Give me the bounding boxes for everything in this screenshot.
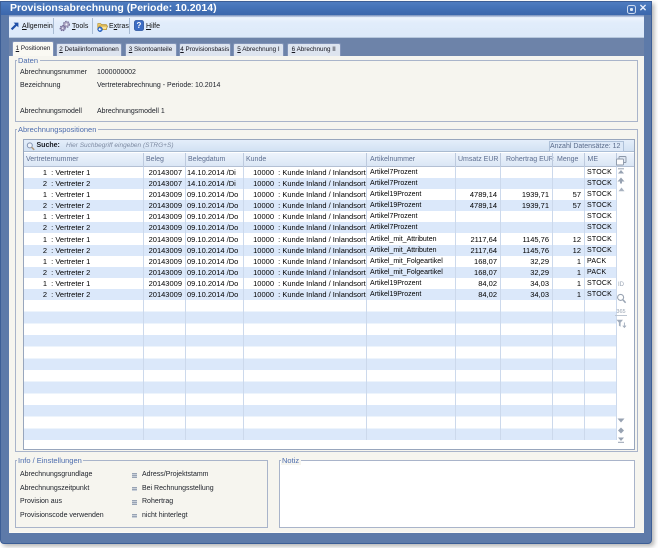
svg-text:?: ? — [137, 21, 142, 30]
